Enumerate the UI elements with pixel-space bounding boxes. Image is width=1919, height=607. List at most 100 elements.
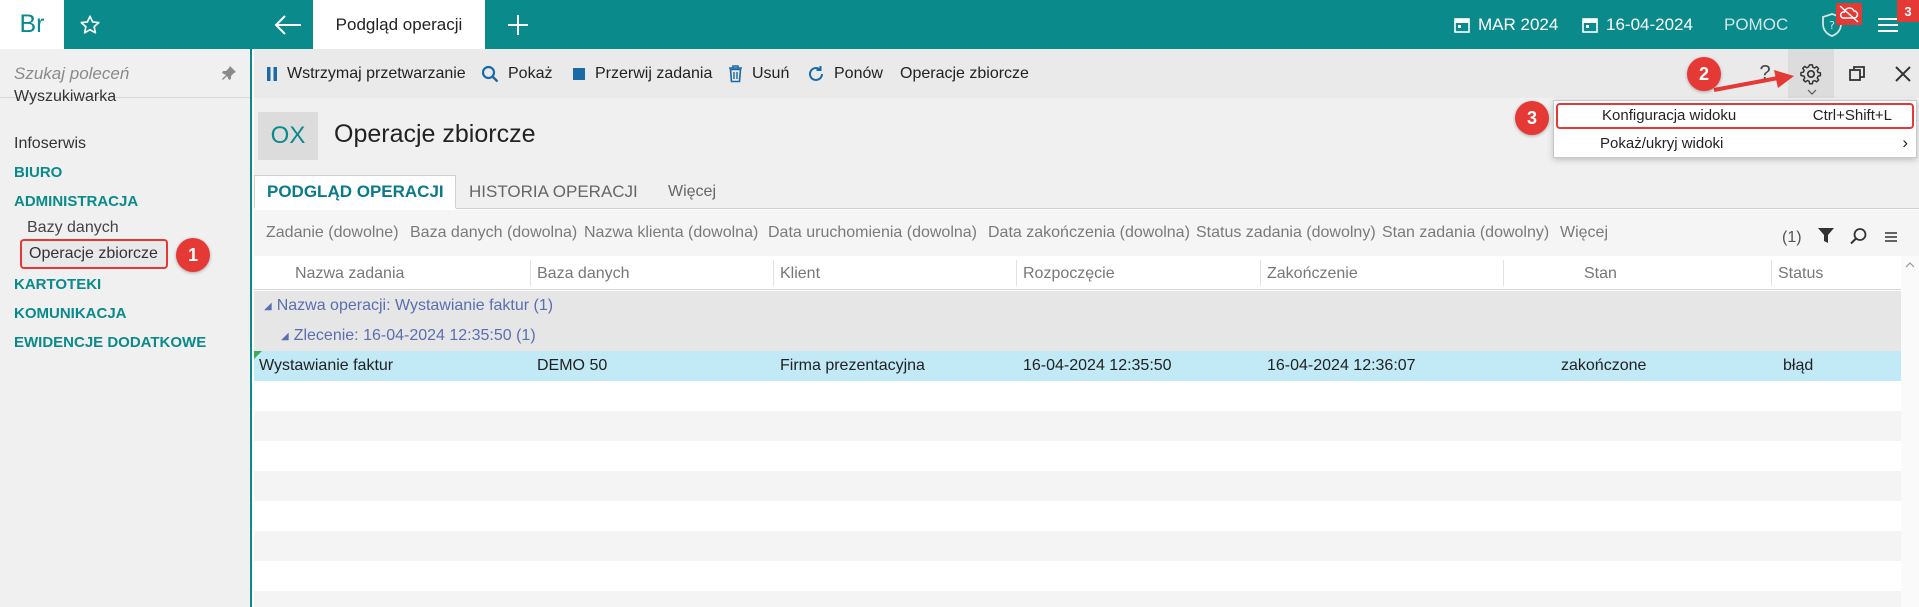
expand-triangle-icon[interactable]: ◢: [281, 331, 289, 342]
funnel-icon[interactable]: [1817, 227, 1835, 249]
annotation-arrow-icon: [1713, 70, 1794, 92]
delete-button[interactable]: Usuń: [728, 49, 789, 98]
module-icon: OX: [258, 112, 318, 160]
col-klient[interactable]: Klient: [780, 265, 820, 283]
back-arrow-icon[interactable]: [262, 0, 314, 49]
stop-tasks-button[interactable]: Przerwij zadania: [572, 49, 712, 98]
retry-label: Ponów: [834, 64, 883, 82]
sidebar-item-operacje-zbiorcze[interactable]: Operacje zbiorcze: [20, 239, 168, 269]
search-icon[interactable]: [1850, 227, 1868, 250]
stop-label: Przerwij zadania: [595, 64, 713, 82]
gear-icon: [1800, 63, 1822, 84]
pin-icon[interactable]: [221, 65, 237, 86]
new-tab-plus-icon[interactable]: [494, 0, 542, 49]
pause-processing-button[interactable]: Wstrzymaj przetwarzanie: [266, 49, 466, 98]
sidebar-section-kartoteki[interactable]: KARTOTEKI: [14, 276, 101, 293]
filter-data-zakonczenia[interactable]: Data zakończenia (dowolna): [988, 224, 1190, 242]
calendar-icon: [1454, 17, 1470, 33]
group-label: Zlecenie: 16-04-2024 12:35:50 (1): [293, 327, 536, 344]
col-status[interactable]: Status: [1778, 265, 1823, 283]
chevron-right-icon: ›: [1902, 133, 1908, 152]
step-callout-3: 3: [1515, 101, 1549, 135]
filter-bar: Zadanie (dowolne) Baza danych (dowolna) …: [254, 210, 1919, 256]
menu-item-shortcut: Ctrl+Shift+L: [1812, 107, 1892, 124]
menu-item-label: Pokaż/ukryj widoki: [1600, 135, 1724, 152]
group-row-operation[interactable]: ◢ Nazwa operacji: Wystawianie faktur (1): [254, 291, 1901, 321]
sidebar-section-biuro[interactable]: BIURO: [14, 164, 62, 181]
list-menu-icon[interactable]: [1884, 230, 1898, 248]
empty-row: [254, 531, 1901, 561]
cloud-off-icon[interactable]: [1836, 2, 1870, 26]
chevron-up-icon[interactable]: [1905, 262, 1915, 268]
expand-triangle-icon[interactable]: ◢: [264, 301, 272, 312]
date-selector[interactable]: 16-04-2024: [1582, 0, 1693, 49]
tab-wiecej[interactable]: Więcej: [668, 175, 716, 209]
menu-item-konfiguracja-widoku[interactable]: Konfiguracja widoku Ctrl+Shift+L: [1556, 103, 1914, 129]
sidebar-item-wyszukiwarka[interactable]: Wyszukiwarka: [14, 88, 116, 106]
tab-podglad-operacji[interactable]: Podgląd operacji: [313, 0, 485, 49]
cell-zakonczenie: 16-04-2024 12:36:07: [1267, 357, 1416, 374]
filter-stan-zadania[interactable]: Stan zadania (dowolny): [1382, 224, 1549, 242]
cell-rozpoczecie: 16-04-2024 12:35:50: [1023, 357, 1172, 374]
step-callout-2: 2: [1687, 57, 1721, 91]
sidebar-section-ewidencje-dodatkowe[interactable]: EWIDENCJE DODATKOWE: [14, 334, 206, 351]
group-label: Nazwa operacji: Wystawianie faktur (1): [276, 297, 554, 314]
pause-label: Wstrzymaj przetwarzanie: [287, 64, 466, 82]
menu-item-label: Konfiguracja widoku: [1602, 107, 1737, 124]
menu-item-pokaz-ukryj-widoki[interactable]: Pokaż/ukryj widoki ›: [1554, 131, 1916, 157]
period-selector[interactable]: MAR 2024: [1454, 0, 1558, 49]
sidebar-section-administracja[interactable]: ADMINISTRACJA: [14, 193, 138, 210]
calendar-icon: [1582, 17, 1598, 33]
svg-text:?: ?: [1829, 19, 1835, 32]
vertical-scrollbar[interactable]: [1901, 256, 1919, 607]
cell-stan: zakończone: [1561, 357, 1647, 374]
cell-klient: Firma prezentacyjna: [780, 357, 925, 374]
page-title: Operacje zbiorcze: [334, 120, 536, 148]
step-callout-1: 1: [176, 238, 210, 272]
filter-baza-danych[interactable]: Baza danych (dowolna): [410, 224, 577, 242]
group-row-order[interactable]: ◢ Zlecenie: 16-04-2024 12:35:50 (1): [254, 321, 1901, 351]
empty-row: [254, 591, 1901, 607]
filter-zadanie[interactable]: Zadanie (dowolne): [266, 224, 399, 242]
empty-row: [254, 411, 1901, 441]
filter-status-zadania[interactable]: Status zadania (dowolny): [1196, 224, 1376, 242]
cell-baza-danych: DEMO 50: [537, 357, 608, 374]
settings-dropdown-menu: Konfiguracja widoku Ctrl+Shift+L Pokaż/u…: [1553, 100, 1917, 158]
tab-historia-operacji[interactable]: HISTORIA OPERACJI: [469, 175, 638, 209]
period-label: MAR 2024: [1478, 14, 1559, 34]
close-icon[interactable]: [1880, 49, 1919, 98]
bulk-operations-button[interactable]: Operacje zbiorcze: [900, 49, 1029, 98]
sidebar-item-infoserwis[interactable]: Infoserwis: [14, 135, 86, 153]
notification-badge[interactable]: 3: [1897, 0, 1919, 22]
help-link[interactable]: POMOC: [1724, 0, 1788, 49]
tab-podglad-operacji[interactable]: PODGLĄD OPERACJI: [254, 175, 456, 209]
restore-window-icon[interactable]: [1834, 49, 1880, 98]
chevron-down-icon: [1807, 89, 1817, 95]
filter-data-uruchomienia[interactable]: Data uruchomienia (dowolna): [768, 224, 977, 242]
search-icon: [481, 65, 499, 82]
col-stan[interactable]: Stan: [1584, 265, 1617, 283]
show-button[interactable]: Pokaż: [481, 49, 552, 98]
search-input[interactable]: Szukaj poleceń: [14, 64, 129, 84]
app-logo[interactable]: Br: [0, 0, 64, 49]
show-label: Pokaż: [508, 64, 553, 82]
col-rozpoczecie[interactable]: Rozpoczęcie: [1023, 265, 1115, 283]
filter-count: (1): [1782, 229, 1802, 246]
col-baza-danych[interactable]: Baza danych: [537, 265, 630, 283]
grid-header: Nazwa zadania Baza danych Klient Rozpocz…: [254, 256, 1901, 290]
sidebar-section-komunikacja[interactable]: KOMUNIKACJA: [14, 305, 127, 322]
col-zakonczenie[interactable]: Zakończenie: [1267, 265, 1358, 283]
filter-nazwa-klienta[interactable]: Nazwa klienta (dowolna): [584, 224, 758, 242]
filter-wiecej[interactable]: Więcej: [1560, 224, 1608, 242]
action-toolbar: Wstrzymaj przetwarzanie Pokaż Przerwij z…: [254, 49, 1919, 98]
retry-button[interactable]: Ponów: [807, 49, 883, 98]
table-row[interactable]: Wystawianie faktur DEMO 50 Firma prezent…: [254, 351, 1901, 381]
favorites-star-icon[interactable]: [64, 0, 116, 49]
cell-nazwa-zadania: Wystawianie faktur: [259, 357, 394, 374]
sidebar: Szukaj poleceń: [0, 49, 252, 607]
empty-row: [254, 471, 1901, 501]
col-nazwa-zadania[interactable]: Nazwa zadania: [295, 265, 404, 283]
delete-label: Usuń: [752, 64, 790, 82]
date-label: 16-04-2024: [1606, 14, 1693, 34]
sidebar-item-bazy-danych[interactable]: Bazy danych: [27, 219, 119, 237]
